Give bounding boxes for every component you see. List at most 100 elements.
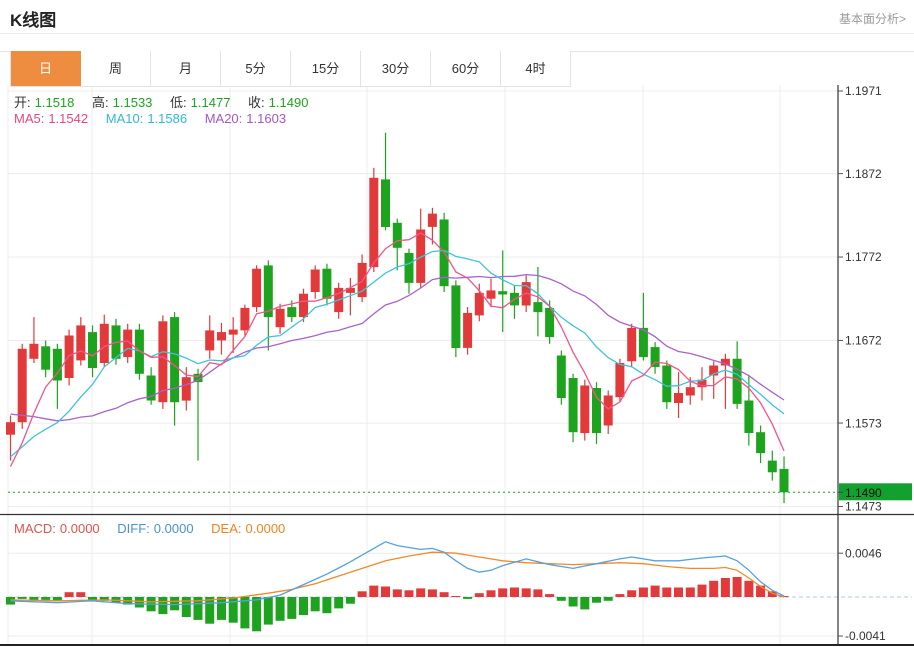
ma10-value: 1.1586 xyxy=(147,111,187,126)
macd-histogram-bar xyxy=(405,590,414,597)
macd-histogram-bar xyxy=(217,597,226,620)
interval-tabbar: 日周月5分15分30分60分4时 xyxy=(10,51,571,87)
price-tick-label: 1.1473 xyxy=(845,500,882,514)
macd-histogram-bar xyxy=(475,593,484,597)
candle-body xyxy=(627,328,636,361)
price-tick-label: 1.1971 xyxy=(845,84,882,98)
macd-histogram-bar xyxy=(698,585,707,597)
candle-body xyxy=(100,324,109,363)
current-price-badge-label: 1.1490 xyxy=(845,486,882,500)
candle-body xyxy=(229,330,238,335)
macd-histogram-bar xyxy=(487,590,496,597)
dea-value: 0.0000 xyxy=(246,521,286,536)
candle-body xyxy=(557,356,566,399)
candle-body xyxy=(311,270,320,293)
macd-histogram-bar xyxy=(604,597,613,601)
macd-histogram-bar xyxy=(358,591,367,597)
candle-body xyxy=(780,469,789,492)
high-label: 高: xyxy=(92,95,109,110)
macd-histogram-bar xyxy=(416,588,425,597)
macd-histogram-bar xyxy=(381,587,390,598)
candle-body xyxy=(569,378,578,432)
price-tick-label: 1.1772 xyxy=(845,250,882,264)
tab-30分[interactable]: 30分 xyxy=(361,51,431,86)
kline-page: { "page": { "title": "K线图", "link": "基本面… xyxy=(0,0,914,647)
macd-histogram-bar xyxy=(721,578,730,597)
candle-body xyxy=(276,309,285,327)
candle-body xyxy=(428,214,437,227)
diff-value: 0.0000 xyxy=(154,521,194,536)
macd-histogram-bar xyxy=(264,597,273,625)
macd-histogram-bar xyxy=(158,597,167,614)
candle-body xyxy=(205,330,214,350)
tab-日[interactable]: 日 xyxy=(11,51,81,86)
tab-15分[interactable]: 15分 xyxy=(291,51,361,86)
candle-body xyxy=(533,302,542,312)
candle-body xyxy=(240,308,249,331)
macd-histogram-bar xyxy=(393,589,402,597)
macd-histogram-bar xyxy=(440,592,449,597)
ohlc-legend: 开:1.1518 高:1.1533 低:1.1477 收:1.1490 xyxy=(14,92,312,111)
tab-4时[interactable]: 4时 xyxy=(501,51,571,86)
candle-body xyxy=(29,344,38,359)
ma20-label: MA20: xyxy=(205,111,243,126)
macd-histogram-bar xyxy=(41,597,50,600)
macd-histogram-bar xyxy=(569,597,578,607)
macd-histogram-bar xyxy=(451,596,460,597)
dea-label: DEA: xyxy=(211,521,241,536)
candle-body xyxy=(88,332,97,368)
candle-body xyxy=(53,349,62,381)
ma20-value: 1.1603 xyxy=(246,111,286,126)
tab-周[interactable]: 周 xyxy=(81,51,151,86)
candle-body xyxy=(768,461,777,473)
close-label: 收: xyxy=(248,95,265,110)
open-value: 1.1518 xyxy=(35,95,75,110)
macd-histogram-bar xyxy=(346,597,355,604)
tab-5分[interactable]: 5分 xyxy=(221,51,291,86)
price-tick-label: 1.1872 xyxy=(845,167,882,181)
candle-body xyxy=(451,285,460,348)
candle-body xyxy=(217,332,226,340)
candle-body xyxy=(604,396,613,426)
candle-body xyxy=(41,346,50,369)
tab-月[interactable]: 月 xyxy=(151,51,221,86)
low-label: 低: xyxy=(170,95,187,110)
ma10-label: MA10: xyxy=(106,111,144,126)
candle-body xyxy=(76,325,85,360)
macd-histogram-bar xyxy=(428,589,437,597)
candle-body xyxy=(498,291,507,294)
candle-body xyxy=(6,422,15,435)
candle-body xyxy=(135,330,144,374)
macd-histogram-bar xyxy=(29,597,38,600)
price-tick-label: 1.1573 xyxy=(845,416,882,430)
macd-legend: MACD:0.0000 DIFF:0.0000 DEA:0.0000 xyxy=(14,521,289,536)
macd-histogram-bar xyxy=(322,597,331,613)
macd-histogram-bar xyxy=(674,588,683,598)
macd-histogram-bar xyxy=(182,597,191,617)
macd-histogram-bar xyxy=(533,589,542,597)
macd-histogram-bar xyxy=(557,597,566,601)
macd-histogram-bar xyxy=(287,597,296,619)
tab-60分[interactable]: 60分 xyxy=(431,51,501,86)
macd-histogram-bar xyxy=(252,597,261,631)
ma5-value: 1.1542 xyxy=(48,111,88,126)
macd-histogram-bar xyxy=(651,586,660,597)
macd-histogram-bar xyxy=(229,597,238,623)
macd-histogram-bar xyxy=(662,588,671,598)
macd-histogram-bar xyxy=(627,590,636,597)
macd-histogram-bar xyxy=(463,597,472,599)
candle-body xyxy=(405,253,414,283)
candle-body xyxy=(18,349,27,422)
price-tick-label: 1.1672 xyxy=(845,334,882,348)
macd-histogram-bar xyxy=(276,597,285,621)
candle-body xyxy=(756,432,765,453)
candle-body xyxy=(686,387,695,395)
macd-histogram-bar xyxy=(545,594,554,597)
macd-histogram-bar xyxy=(522,588,531,597)
macd-histogram-bar xyxy=(744,581,753,597)
close-value: 1.1490 xyxy=(269,95,309,110)
ma-legend: MA5:1.1542 MA10:1.1586 MA20:1.1603 xyxy=(14,111,290,126)
macd-histogram-bar xyxy=(733,577,742,597)
macd-histogram-bar xyxy=(615,594,624,597)
macd-tick-label: 0.0046 xyxy=(845,546,882,560)
